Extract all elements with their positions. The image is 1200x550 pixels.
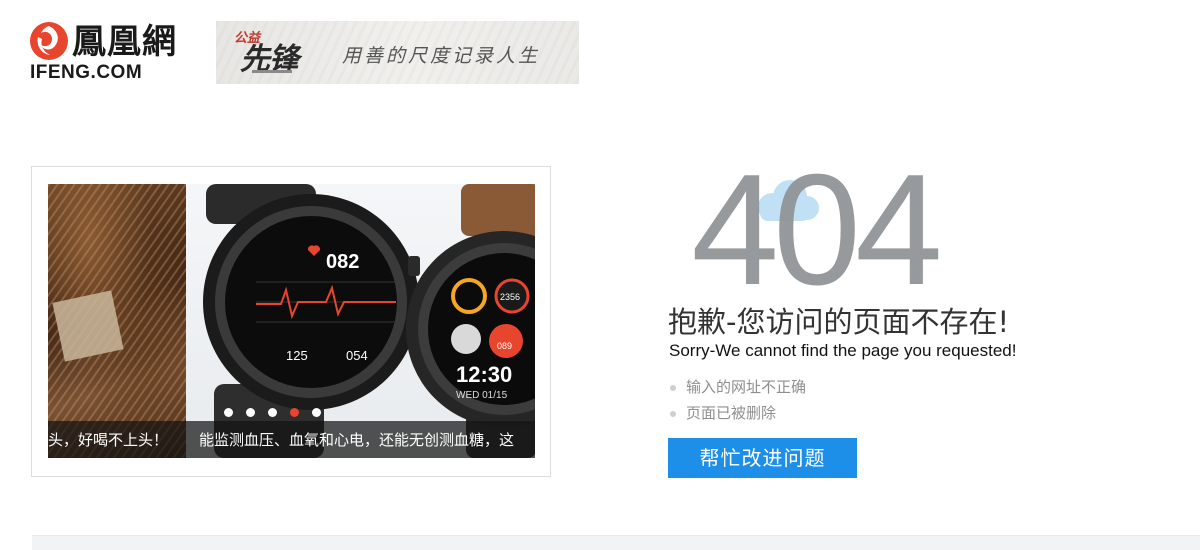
time-reading: 12:30 <box>456 362 512 387</box>
error-code-graphic: 404 <box>691 150 945 300</box>
error-reason-item: 页面已被删除 <box>668 402 806 428</box>
date-reading: WED 01/15 <box>456 390 508 401</box>
slide-caption-prev-text: 头，好喝不上头！ <box>48 431 169 449</box>
error-reason-item: 输入的网址不正确 <box>668 376 806 402</box>
footer-strip <box>32 535 1200 550</box>
slide-caption-prev[interactable]: 头，好喝不上头！ <box>48 429 186 450</box>
diastolic-reading: 054 <box>346 348 368 363</box>
carousel-dot-1[interactable] <box>224 408 233 417</box>
error-reasons-list: 输入的网址不正确 页面已被删除 <box>668 376 806 428</box>
ifeng-logo[interactable]: 鳳凰網 IFENG.COM <box>28 20 198 84</box>
heart-rate-reading: 082 <box>326 251 359 273</box>
help-improve-button[interactable]: 帮忙改进问题 <box>668 438 857 478</box>
logo-chinese-text: 鳳凰網 <box>72 22 177 62</box>
public-welfare-banner[interactable]: 公益 先锋 用善的尺度记录人生 <box>216 21 579 84</box>
banner-underline <box>252 70 292 73</box>
slide-caption-current[interactable]: 能监测血压、血氧和心电，还能无创测血糖，这 <box>199 429 535 450</box>
carousel-dot-2[interactable] <box>246 408 255 417</box>
carousel-slides: 082 125 054 2356 089 12:30 WED 01/15 头，好… <box>48 184 535 458</box>
carousel-dot-4[interactable] <box>290 408 299 417</box>
banner-badge: 公益 先锋 <box>224 25 332 81</box>
banner-slogan: 用善的尺度记录人生 <box>342 45 541 67</box>
systolic-reading: 125 <box>286 348 308 363</box>
error-code: 404 <box>691 150 939 300</box>
carousel-dot-3[interactable] <box>268 408 277 417</box>
news-carousel: 082 125 054 2356 089 12:30 WED 01/15 头，好… <box>31 166 551 477</box>
steps-reading: 2356 <box>500 292 520 302</box>
phoenix-logo-icon <box>30 22 68 60</box>
slide-image-grain[interactable] <box>48 184 186 458</box>
carousel-dot-5[interactable] <box>312 408 321 417</box>
pulse-reading: 089 <box>497 341 512 351</box>
product-label <box>52 290 124 362</box>
error-title-english: Sorry-We cannot find the page you reques… <box>669 341 1017 360</box>
logo-english-text: IFENG.COM <box>30 62 143 83</box>
carousel-dots <box>224 408 321 418</box>
error-title-chinese: 抱歉-您访问的页面不存在! <box>668 305 1010 339</box>
